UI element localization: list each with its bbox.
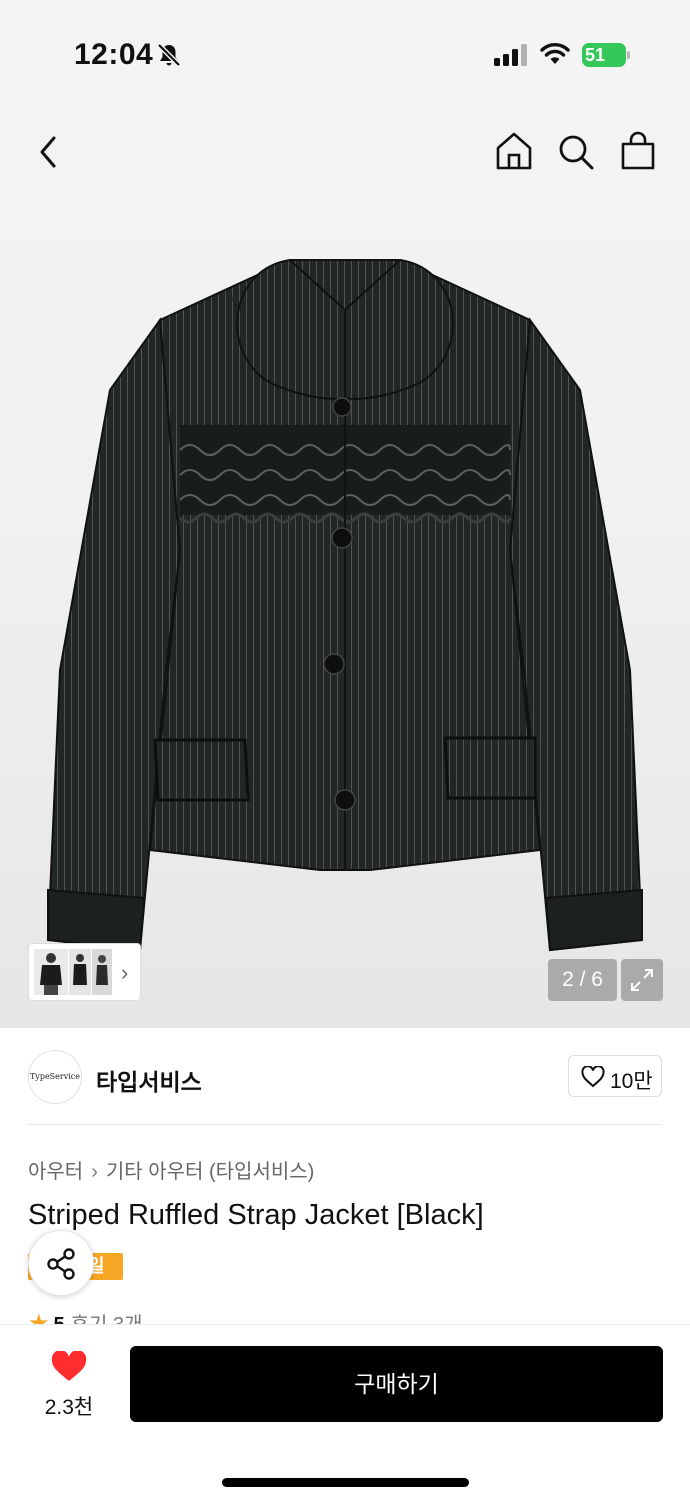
- wifi-icon: [540, 42, 570, 71]
- cellular-signal-icon: [494, 44, 528, 71]
- heart-icon[interactable]: [51, 1350, 87, 1388]
- status-bar: 12:04 51: [0, 0, 690, 110]
- bell-slash-icon: [156, 42, 182, 73]
- product-image-jacket: [46, 258, 644, 952]
- thumbnail-strip[interactable]: ›: [28, 943, 141, 1001]
- battery-percent: 51: [585, 45, 606, 65]
- breadcrumb: 아우터 › 기타 아우터 (타입서비스): [28, 1155, 314, 1184]
- shopping-bag-icon[interactable]: [618, 130, 658, 177]
- expand-icon[interactable]: [621, 959, 663, 1001]
- home-icon[interactable]: [494, 130, 534, 177]
- brand-like-count: 10만: [610, 1070, 653, 1093]
- wishlist-count: 2.3천: [44, 1396, 94, 1419]
- chevron-right-icon[interactable]: ›: [121, 960, 128, 986]
- product-title: Striped Ruffled Strap Jacket [Black]: [28, 1199, 484, 1231]
- top-navigation: [0, 120, 690, 184]
- brand-like-button[interactable]: 10만: [568, 1055, 662, 1097]
- breadcrumb-item-outer[interactable]: 아우터: [28, 1155, 83, 1184]
- chevron-right-icon: ›: [91, 1161, 98, 1183]
- chevron-left-icon[interactable]: [32, 132, 68, 172]
- thumbnail-3[interactable]: [92, 949, 112, 995]
- thumbnail-1[interactable]: [34, 949, 68, 995]
- breadcrumb-item-other-outer[interactable]: 기타 아우터 (타입서비스): [106, 1155, 314, 1184]
- share-icon: [47, 1248, 75, 1280]
- search-icon[interactable]: [556, 132, 596, 177]
- share-button[interactable]: [28, 1230, 94, 1296]
- brand-logo[interactable]: TypeService: [28, 1050, 82, 1104]
- image-counter: 2 / 6: [548, 959, 617, 1001]
- heart-outline-icon: [581, 1066, 605, 1088]
- divider: [28, 1124, 662, 1125]
- brand-row: TypeService 타입서비스 10만: [0, 1048, 690, 1108]
- battery-charging-icon: 51: [582, 43, 630, 67]
- brand-name[interactable]: 타입서비스: [96, 1063, 202, 1097]
- product-gallery[interactable]: 12:04 51 › 2 / 6: [0, 0, 690, 1028]
- status-time: 12:04: [74, 38, 154, 71]
- thumbnail-2[interactable]: [69, 949, 91, 995]
- bottom-action-bar: 2.3천 구매하기: [0, 1324, 690, 1500]
- home-indicator: [222, 1478, 469, 1487]
- buy-button[interactable]: 구매하기: [130, 1346, 663, 1422]
